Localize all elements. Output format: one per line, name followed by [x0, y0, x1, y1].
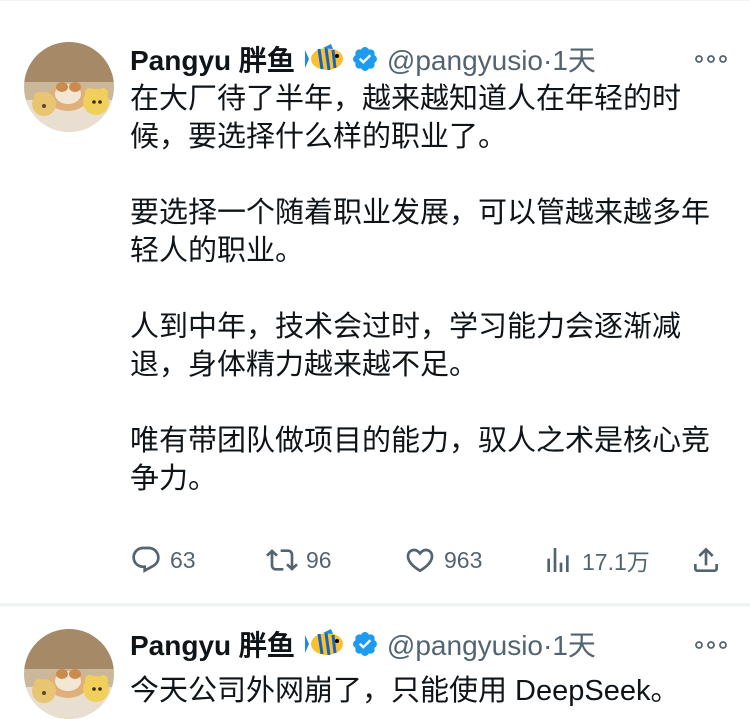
tweet-paragraph: 今天公司外网崩了，只能使用 DeepSeek。 [130, 675, 680, 707]
tweet-1[interactable]: Pangyu 胖鱼 @pangyusio·1天 在大厂待了半年，越来越知道人在年… [0, 0, 750, 606]
author-name[interactable]: Pangyu 胖鱼 [130, 624, 295, 664]
share-upload-icon [694, 547, 718, 572]
like-button[interactable]: 963 [404, 540, 482, 580]
tweet-text: 在大厂待了半年，越来越知道人在年轻的时候，要选择什么样的职业了。 要选择一个随着… [130, 80, 720, 498]
tweet-paragraph: 在大厂待了半年，越来越知道人在年轻的时候，要选择什么样的职业了。 [130, 83, 682, 153]
tweet-paragraph: 要选择一个随着职业发展，可以管越来越多年轻人的职业。 [130, 197, 711, 267]
retweet-arrows-icon [266, 549, 298, 571]
tweet-paragraph: 人到中年，技术会过时，学习能力会逐渐减退，身体精力越来越不足。 [130, 311, 682, 381]
timestamp: 1天 [552, 630, 596, 661]
author-name[interactable]: Pangyu 胖鱼 [130, 39, 295, 79]
tweet-actions: 63 96 963 17.1万 [130, 540, 730, 580]
more-dots-icon[interactable] [694, 54, 728, 64]
bar-chart-icon [547, 548, 569, 572]
tropical-fish-emoji-icon [304, 44, 343, 71]
heart-icon [406, 548, 434, 573]
tropical-fish-emoji-icon [304, 629, 343, 656]
speech-bubble-icon [132, 546, 160, 573]
views-count: 17.1万 [582, 549, 650, 575]
like-count: 963 [444, 546, 483, 573]
tweet-header: Pangyu 胖鱼 @pangyusio·1天 [130, 624, 596, 664]
author-handle[interactable]: @pangyusio·1天 [387, 39, 596, 79]
verified-badge-icon [352, 632, 377, 656]
tweet-paragraph: 唯有带团队做项目的能力，驭人之术是核心竞争力。 [130, 425, 711, 495]
more-dots-icon[interactable] [694, 640, 728, 650]
retweet-button[interactable]: 96 [266, 540, 332, 580]
tweet-text: 今天公司外网崩了，只能使用 DeepSeek。 [130, 672, 720, 710]
views-button[interactable]: 17.1万 [542, 540, 650, 580]
author-handle[interactable]: @pangyusio·1天 [387, 624, 596, 664]
tweet-2[interactable]: Pangyu 胖鱼 @pangyusio·1天 今天公司外网崩了，只能使用 De… [0, 606, 750, 719]
verified-badge-icon [352, 47, 377, 71]
share-button[interactable] [690, 540, 722, 580]
avatar[interactable] [24, 629, 114, 719]
reply-button[interactable]: 63 [130, 540, 196, 580]
timestamp: 1天 [552, 45, 596, 76]
reply-count: 63 [170, 546, 196, 573]
avatar[interactable] [24, 42, 114, 132]
retweet-count: 96 [306, 546, 332, 573]
tweet-header: Pangyu 胖鱼 @pangyusio·1天 [130, 39, 596, 79]
